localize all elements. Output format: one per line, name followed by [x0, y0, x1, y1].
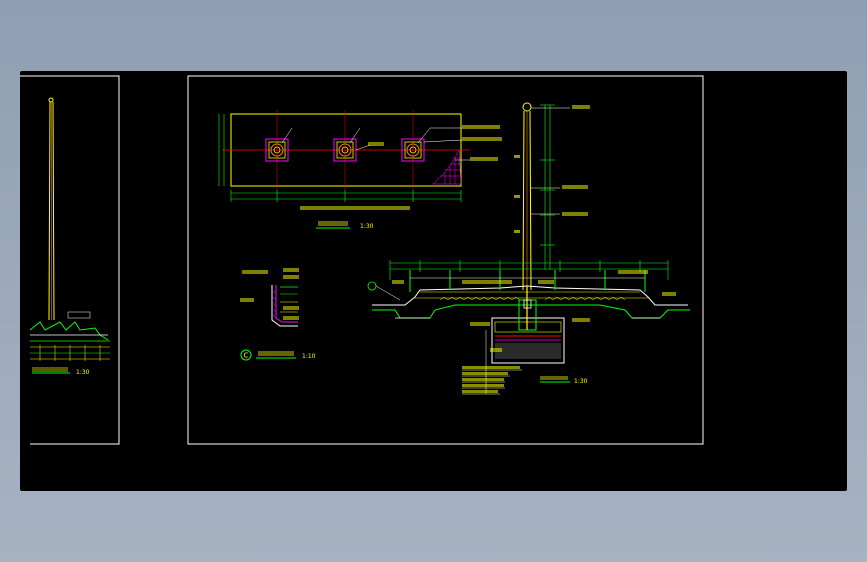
detail-c-marker: C: [244, 352, 249, 360]
section-scale: 1:30: [574, 378, 588, 385]
section-view: 1:30: [367, 260, 690, 395]
left-sheet-border: [20, 75, 120, 445]
left-view-scale: 1:30: [76, 369, 90, 376]
section-plinth: [372, 285, 688, 306]
plan-view-scale: 1:30: [360, 223, 374, 230]
detail-c: C 1:10: [240, 268, 316, 361]
main-sheet: 1:30 1:30 C 1:10: [187, 75, 704, 445]
left-flagpole-finial: [48, 97, 54, 103]
left-base-fence: [29, 321, 109, 341]
left-sheet: 1:30: [20, 75, 120, 445]
main-sheet-border: [187, 75, 704, 445]
main-flagpole-finial: [522, 102, 532, 112]
detail-c-scale: 1:10: [302, 353, 316, 360]
plan-view: 1:30: [218, 110, 502, 230]
cad-drawing[interactable]: 1:30 1:30 1:30 C 1:10: [0, 0, 867, 562]
plan-hatch-corner: [432, 149, 462, 185]
main-flagpole: [514, 102, 590, 291]
